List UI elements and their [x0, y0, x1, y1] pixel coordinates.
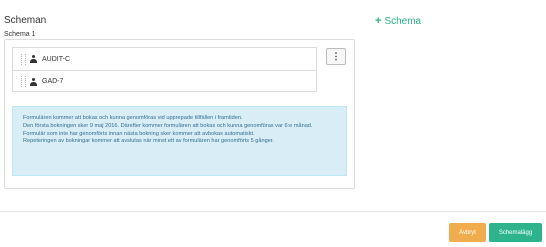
add-schema-label: Schema [384, 15, 422, 27]
person-icon [30, 77, 37, 86]
plus-icon: + [375, 15, 382, 27]
schema-sub-label: Schema 1 [4, 31, 36, 38]
drag-handle-icon[interactable] [21, 53, 26, 65]
drag-handle-icon[interactable] [21, 76, 26, 87]
info-text: Formulären kommer att bokas och kunna ge… [23, 115, 243, 121]
list-item[interactable]: AUDIT-C [13, 48, 316, 70]
add-schema-link[interactable]: + Schema [375, 15, 421, 27]
info-text: Den första bokningen sker 9 maj 2016. Dä… [23, 122, 313, 137]
form-label: AUDIT-C [42, 55, 70, 63]
info-alert: Formulären kommer att bokas och kunna ge… [12, 106, 347, 176]
schedule-button[interactable]: Schemalägg [489, 223, 542, 242]
info-text: Repeteringen av bokningar kommer att avs… [23, 138, 274, 145]
list-item[interactable]: GAD-7 [13, 70, 316, 92]
footer-divider [0, 211, 546, 212]
more-options-button[interactable]: ⋮ [326, 48, 346, 65]
cancel-button[interactable]: Avbryt [449, 223, 486, 242]
form-label: GAD-7 [42, 78, 64, 85]
form-list: AUDIT-C GAD-7 [12, 47, 317, 92]
person-icon [30, 55, 37, 63]
page-title: Scheman [4, 15, 47, 26]
